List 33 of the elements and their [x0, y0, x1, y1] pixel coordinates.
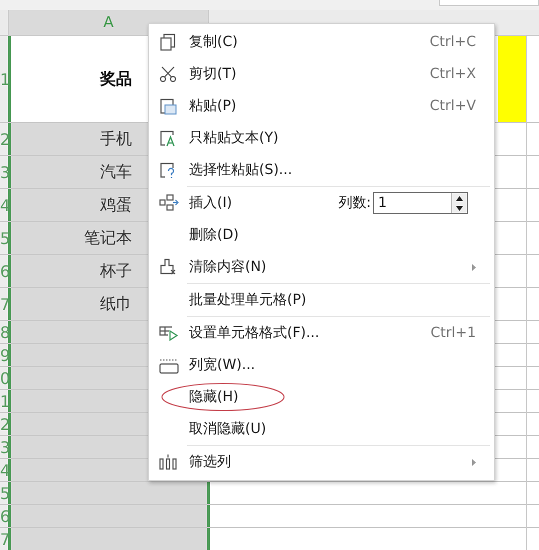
shortcut-text: Ctrl+X — [430, 66, 476, 82]
decrement-button[interactable] — [452, 203, 467, 213]
count-field[interactable]: 1 — [373, 192, 468, 214]
row-number[interactable]: 1 — [0, 36, 8, 122]
menu-item-label: 筛选列 — [189, 453, 231, 471]
down-arrow-icon — [456, 206, 463, 210]
menu-item[interactable]: 列宽(W)... — [149, 349, 494, 381]
menu-item[interactable]: 设置单元格格式(F)... Ctrl+1 — [149, 317, 494, 349]
menu-item-label: 隐藏(H) — [189, 388, 238, 406]
menu-item-label: 设置单元格格式(F)... — [189, 324, 320, 342]
row-number[interactable]: 1 — [0, 390, 8, 412]
clipboard-question-icon — [159, 161, 177, 179]
clipboard-text-icon — [159, 129, 177, 147]
up-arrow-icon — [456, 196, 463, 200]
eraser-icon — [159, 258, 177, 276]
row-number[interactable]: 4 — [0, 189, 8, 221]
scissors-icon — [159, 65, 177, 83]
menu-item[interactable]: 取消隐藏(U) — [149, 413, 494, 445]
shortcut-text: Ctrl+V — [430, 98, 476, 114]
count-label: 列数: — [338, 194, 371, 212]
menu-item-label: 取消隐藏(U) — [189, 420, 266, 438]
menu-item[interactable]: 筛选列 — [149, 446, 494, 478]
shortcut-text: Ctrl+1 — [430, 325, 476, 341]
menu-item[interactable]: 隐藏(H) — [149, 381, 494, 413]
clipboard-icon — [159, 97, 177, 115]
insert-icon — [159, 194, 179, 212]
row-number[interactable]: 4 — [0, 459, 8, 481]
menu-item-label: 列宽(W)... — [189, 356, 256, 374]
format-cells-icon — [159, 324, 179, 342]
shortcut-text: Ctrl+C — [430, 34, 476, 50]
copy-icon — [159, 33, 177, 51]
filter-columns-icon — [159, 453, 177, 471]
increment-button[interactable] — [452, 193, 467, 203]
